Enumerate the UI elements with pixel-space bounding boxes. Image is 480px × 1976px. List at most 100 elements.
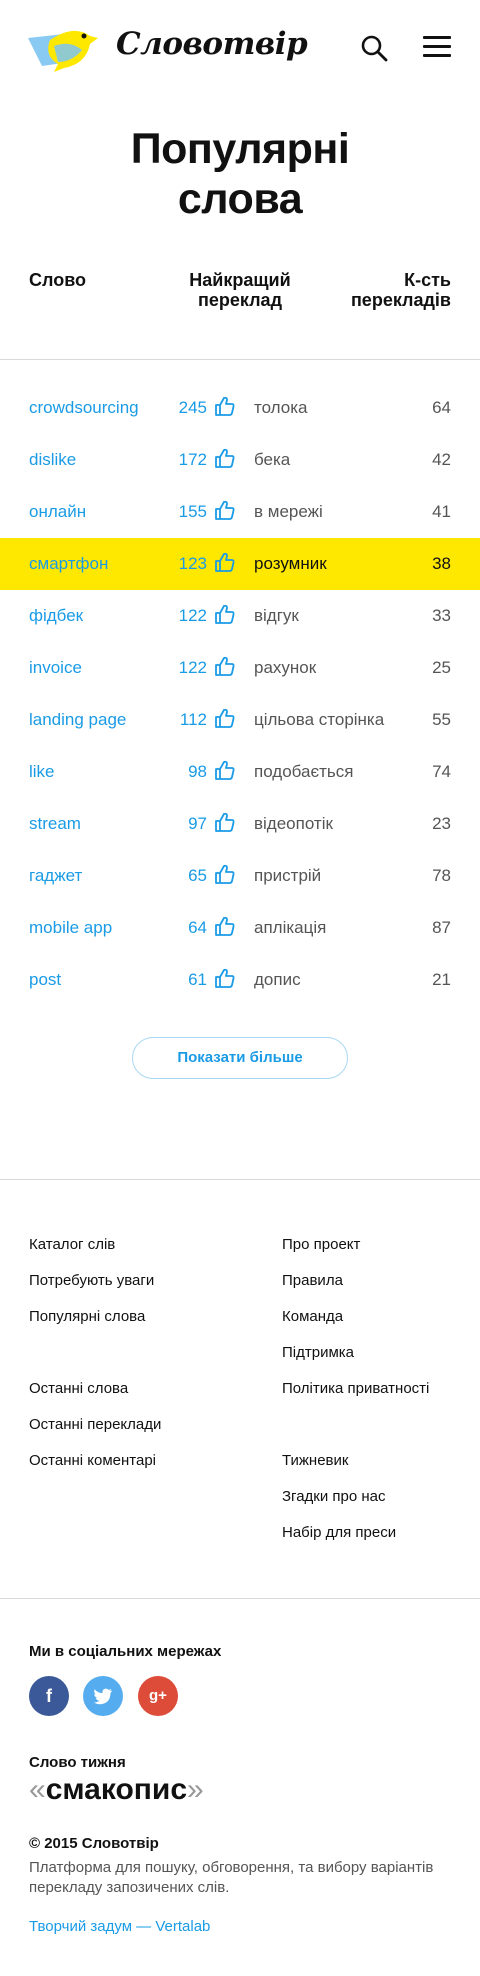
thumbs-up-icon[interactable] xyxy=(214,707,236,729)
credit-link[interactable]: Творчий задум — Vertalab xyxy=(29,1918,480,1935)
quote-open: « xyxy=(29,1773,46,1806)
footer-nav: Каталог слів Потребують уваги Популярні … xyxy=(0,1180,480,1598)
column-header-translation-count: К-сть перекладів xyxy=(351,270,451,310)
thumbs-up-icon[interactable] xyxy=(214,811,236,833)
page-title: Популярні слова xyxy=(0,124,480,224)
footer-link-needs-attention[interactable]: Потребують уваги xyxy=(29,1272,154,1289)
copyright: © 2015 Словотвір xyxy=(29,1835,159,1852)
best-translation[interactable]: в мережі xyxy=(254,502,323,522)
word-link[interactable]: invoice xyxy=(29,658,82,678)
word-link[interactable]: stream xyxy=(29,814,81,834)
footer-link-rules[interactable]: Правила xyxy=(282,1272,343,1289)
word-link[interactable]: landing page xyxy=(29,710,126,730)
footer-link-privacy[interactable]: Політика приватності xyxy=(282,1380,429,1397)
footer-link-weekly[interactable]: Тижневик xyxy=(282,1452,348,1469)
word-link[interactable]: post xyxy=(29,970,61,990)
thumbs-up-icon[interactable] xyxy=(214,603,236,625)
footer-bottom: Ми в соціальних мережах f g+ Слово тижня… xyxy=(0,1643,480,1935)
column-header-line: переклад xyxy=(198,290,282,310)
footer-link-about[interactable]: Про проект xyxy=(282,1236,360,1253)
best-translation[interactable]: цільова сторінка xyxy=(254,710,384,730)
vote-count: 112 xyxy=(179,710,207,729)
column-header-word: Слово xyxy=(29,270,87,290)
table-row: dislike 172 бека 42 xyxy=(0,434,480,486)
popular-words-list: crowdsourcing 245 толока 64 dislike 172 … xyxy=(0,382,480,1006)
vote-count: 155 xyxy=(178,502,207,521)
vote-count: 245 xyxy=(178,398,207,417)
translation-count: 33 xyxy=(432,606,451,625)
thumbs-up-icon[interactable] xyxy=(214,863,236,885)
page-title-line: слова xyxy=(177,175,303,223)
footer-link-team[interactable]: Команда xyxy=(282,1308,343,1325)
word-of-week[interactable]: «смакопис» xyxy=(29,1773,480,1807)
footer-link-press-kit[interactable]: Набір для преси xyxy=(282,1524,396,1541)
table-row-highlighted: смартфон 123 розумник 38 xyxy=(0,538,480,590)
best-translation[interactable]: толока xyxy=(254,398,308,418)
page-title-line: Популярні xyxy=(130,125,350,173)
thumbs-up-icon[interactable] xyxy=(214,915,236,937)
word-link[interactable]: фідбек xyxy=(29,606,83,626)
best-translation[interactable]: аплікація xyxy=(254,918,326,938)
thumbs-up-icon[interactable] xyxy=(214,395,236,417)
footer-link-recent-translations[interactable]: Останні переклади xyxy=(29,1416,161,1433)
thumbs-up-icon[interactable] xyxy=(214,551,236,573)
best-translation[interactable]: розумник xyxy=(254,554,327,574)
bird-logo-icon[interactable] xyxy=(24,16,112,76)
table-header: Слово Найкращий переклад К-сть перекладі… xyxy=(0,270,480,360)
best-translation[interactable]: відгук xyxy=(254,606,299,626)
word-link[interactable]: гаджет xyxy=(29,866,82,886)
word-link[interactable]: crowdsourcing xyxy=(29,398,139,418)
vote-count: 98 xyxy=(188,762,207,781)
search-icon[interactable] xyxy=(360,34,388,62)
vote-count: 123 xyxy=(178,554,207,573)
word-link[interactable]: mobile app xyxy=(29,918,112,938)
translation-count: 87 xyxy=(432,918,451,937)
table-row: landing page 112 цільова сторінка 55 xyxy=(0,694,480,746)
footer-link-catalog[interactable]: Каталог слів xyxy=(29,1236,115,1253)
table-row: invoice 122 рахунок 25 xyxy=(0,642,480,694)
vote-count: 97 xyxy=(188,814,207,833)
translation-count: 23 xyxy=(432,814,451,833)
vote-count: 122 xyxy=(178,658,207,677)
twitter-icon[interactable] xyxy=(83,1676,124,1716)
word-link[interactable]: смартфон xyxy=(29,554,108,574)
best-translation[interactable]: рахунок xyxy=(254,658,316,678)
best-translation[interactable]: подобається xyxy=(254,762,354,782)
thumbs-up-icon[interactable] xyxy=(214,499,236,521)
footer-link-recent-comments[interactable]: Останні коментарі xyxy=(29,1452,156,1469)
thumbs-up-icon[interactable] xyxy=(214,655,236,677)
brand-name[interactable]: Словотвір xyxy=(116,26,308,62)
word-of-week-text: смакопис xyxy=(45,1773,188,1806)
footer-link-popular-words[interactable]: Популярні слова xyxy=(29,1308,145,1325)
table-row: гаджет 65 пристрій 78 xyxy=(0,850,480,902)
vote-count: 61 xyxy=(188,970,207,989)
thumbs-up-icon[interactable] xyxy=(214,447,236,469)
table-row: crowdsourcing 245 толока 64 xyxy=(0,382,480,434)
best-translation[interactable]: бека xyxy=(254,450,290,470)
thumbs-up-icon[interactable] xyxy=(214,967,236,989)
footer-link-support[interactable]: Підтримка xyxy=(282,1344,354,1361)
best-translation[interactable]: пристрій xyxy=(254,866,321,886)
translation-count: 21 xyxy=(432,970,451,989)
show-more-wrap: Показати більше xyxy=(0,1037,480,1079)
show-more-button[interactable]: Показати більше xyxy=(132,1037,348,1079)
best-translation[interactable]: відеопотік xyxy=(254,814,333,834)
column-header-line: Найкращий xyxy=(189,270,291,290)
column-header-best-translation: Найкращий переклад xyxy=(180,270,300,310)
site-description: Платформа для пошуку, обговорення, та ви… xyxy=(29,1859,434,1896)
facebook-icon[interactable]: f xyxy=(29,1676,69,1716)
table-row: фідбек 122 відгук 33 xyxy=(0,590,480,642)
word-link[interactable]: like xyxy=(29,762,55,782)
translation-count: 64 xyxy=(432,398,451,417)
google-plus-icon[interactable]: g+ xyxy=(137,1676,178,1716)
word-link[interactable]: dislike xyxy=(29,450,76,470)
footer-link-mentions[interactable]: Згадки про нас xyxy=(282,1488,386,1505)
word-link[interactable]: онлайн xyxy=(29,502,86,522)
best-translation[interactable]: допис xyxy=(254,970,301,990)
table-row: post 61 допис 21 xyxy=(0,954,480,1006)
hamburger-menu-icon[interactable] xyxy=(423,36,451,60)
footer-link-recent-words[interactable]: Останні слова xyxy=(29,1380,128,1397)
quote-close: » xyxy=(187,1773,204,1806)
social-title: Ми в соціальних мережах xyxy=(29,1643,222,1660)
thumbs-up-icon[interactable] xyxy=(214,759,236,781)
